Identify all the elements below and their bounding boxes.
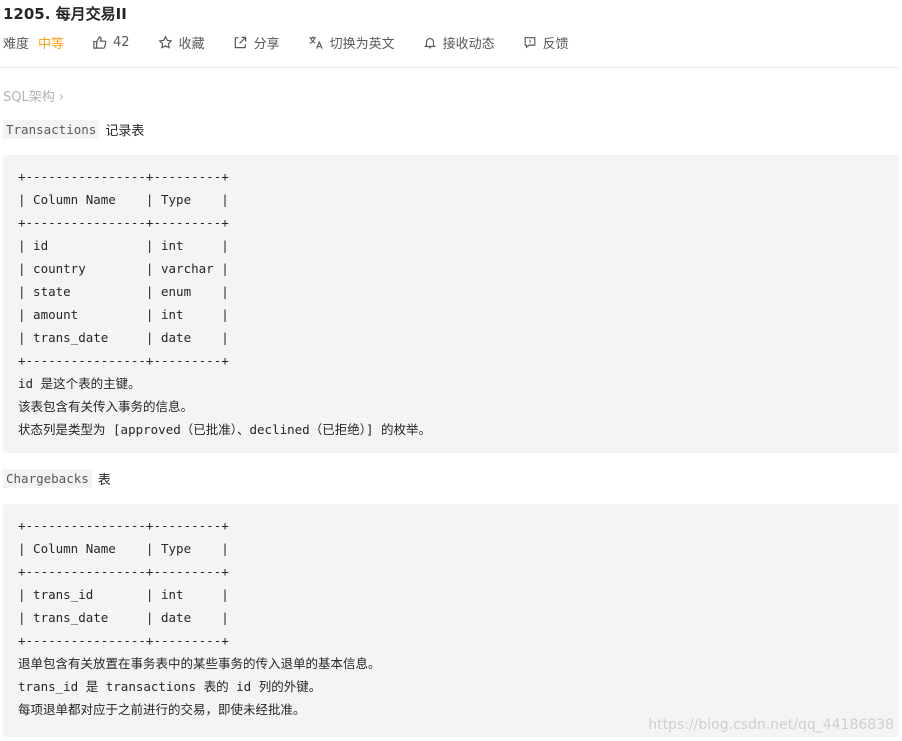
schema-line: | country | varchar | (18, 261, 229, 276)
like-count: 42 (113, 34, 130, 50)
difficulty-value: 中等 (38, 36, 65, 52)
schema-line: | amount | int | (18, 307, 229, 322)
star-icon (158, 34, 173, 49)
schema-line: +----------------+---------+ (18, 564, 229, 579)
switch-language-button[interactable]: 切换为英文 (308, 33, 395, 52)
switch-language-label: 切换为英文 (329, 36, 395, 52)
chargebacks-table-name: Chargebacks (3, 469, 92, 488)
schema-line: +----------------+---------+ (18, 353, 229, 368)
share-label: 分享 (253, 36, 280, 52)
share-button[interactable]: 分享 (233, 33, 280, 52)
favorite-label: 收藏 (178, 36, 205, 52)
like-button[interactable]: 42 (92, 35, 130, 50)
schema-note: trans_id 是 transactions 表的 id 列的外键。 (18, 679, 322, 694)
problem-title: 1205. 每月交易II (3, 5, 127, 23)
transactions-heading-text: 记录表 (105, 124, 145, 139)
schema-line: | trans_id | int | (18, 587, 229, 602)
transactions-heading: Transactions 记录表 (3, 120, 144, 139)
feedback-icon (524, 36, 536, 49)
chargebacks-schema-block: +----------------+---------+ | Column Na… (3, 504, 899, 737)
schema-line: | Column Name | Type | (18, 192, 229, 207)
schema-line: +----------------+---------+ (18, 215, 229, 230)
schema-line: +----------------+---------+ (18, 518, 229, 533)
chargebacks-heading-text: 表 (97, 473, 111, 488)
watermark: https://blog.csdn.net/qq_44186838 (648, 717, 894, 733)
thumbs-up-icon (93, 35, 107, 49)
schema-note: 退单包含有关放置在事务表中的某些事务的传入退单的基本信息。 (18, 656, 381, 671)
schema-line: | Column Name | Type | (18, 541, 229, 556)
chargebacks-heading: Chargebacks 表 (3, 469, 111, 488)
feedback-label: 反馈 (542, 36, 569, 52)
schema-line: | state | enum | (18, 284, 229, 299)
difficulty-label: 难度 (3, 36, 30, 52)
schema-line: | id | int | (18, 238, 229, 253)
transactions-table-name: Transactions (3, 120, 100, 139)
schema-line: +----------------+---------+ (18, 633, 229, 648)
problem-toolbar: 难度 中等 42 收藏 分享 切换为英文 接收动态 反馈 (3, 32, 597, 52)
bell-icon (423, 37, 436, 48)
notify-button[interactable]: 接收动态 (423, 33, 495, 52)
schema-line: | trans_date | date | (18, 330, 229, 345)
schema-note: id 是这个表的主键。 (18, 376, 141, 391)
schema-line: | trans_date | date | (18, 610, 229, 625)
share-icon (234, 36, 246, 48)
transactions-schema-block: +----------------+---------+ | Column Na… (3, 155, 899, 453)
translate-icon (309, 35, 323, 49)
schema-note: 状态列是类型为 [approved（已批准）、declined（已拒绝）] 的枚… (18, 422, 432, 437)
notify-label: 接收动态 (442, 36, 495, 52)
feedback-button[interactable]: 反馈 (523, 33, 569, 52)
topic-tag-link[interactable]: SQL架构 › (3, 86, 64, 105)
schema-line: +----------------+---------+ (18, 169, 229, 184)
favorite-button[interactable]: 收藏 (158, 33, 205, 52)
header-divider (0, 67, 899, 68)
schema-note: 该表包含有关传入事务的信息。 (18, 399, 194, 414)
